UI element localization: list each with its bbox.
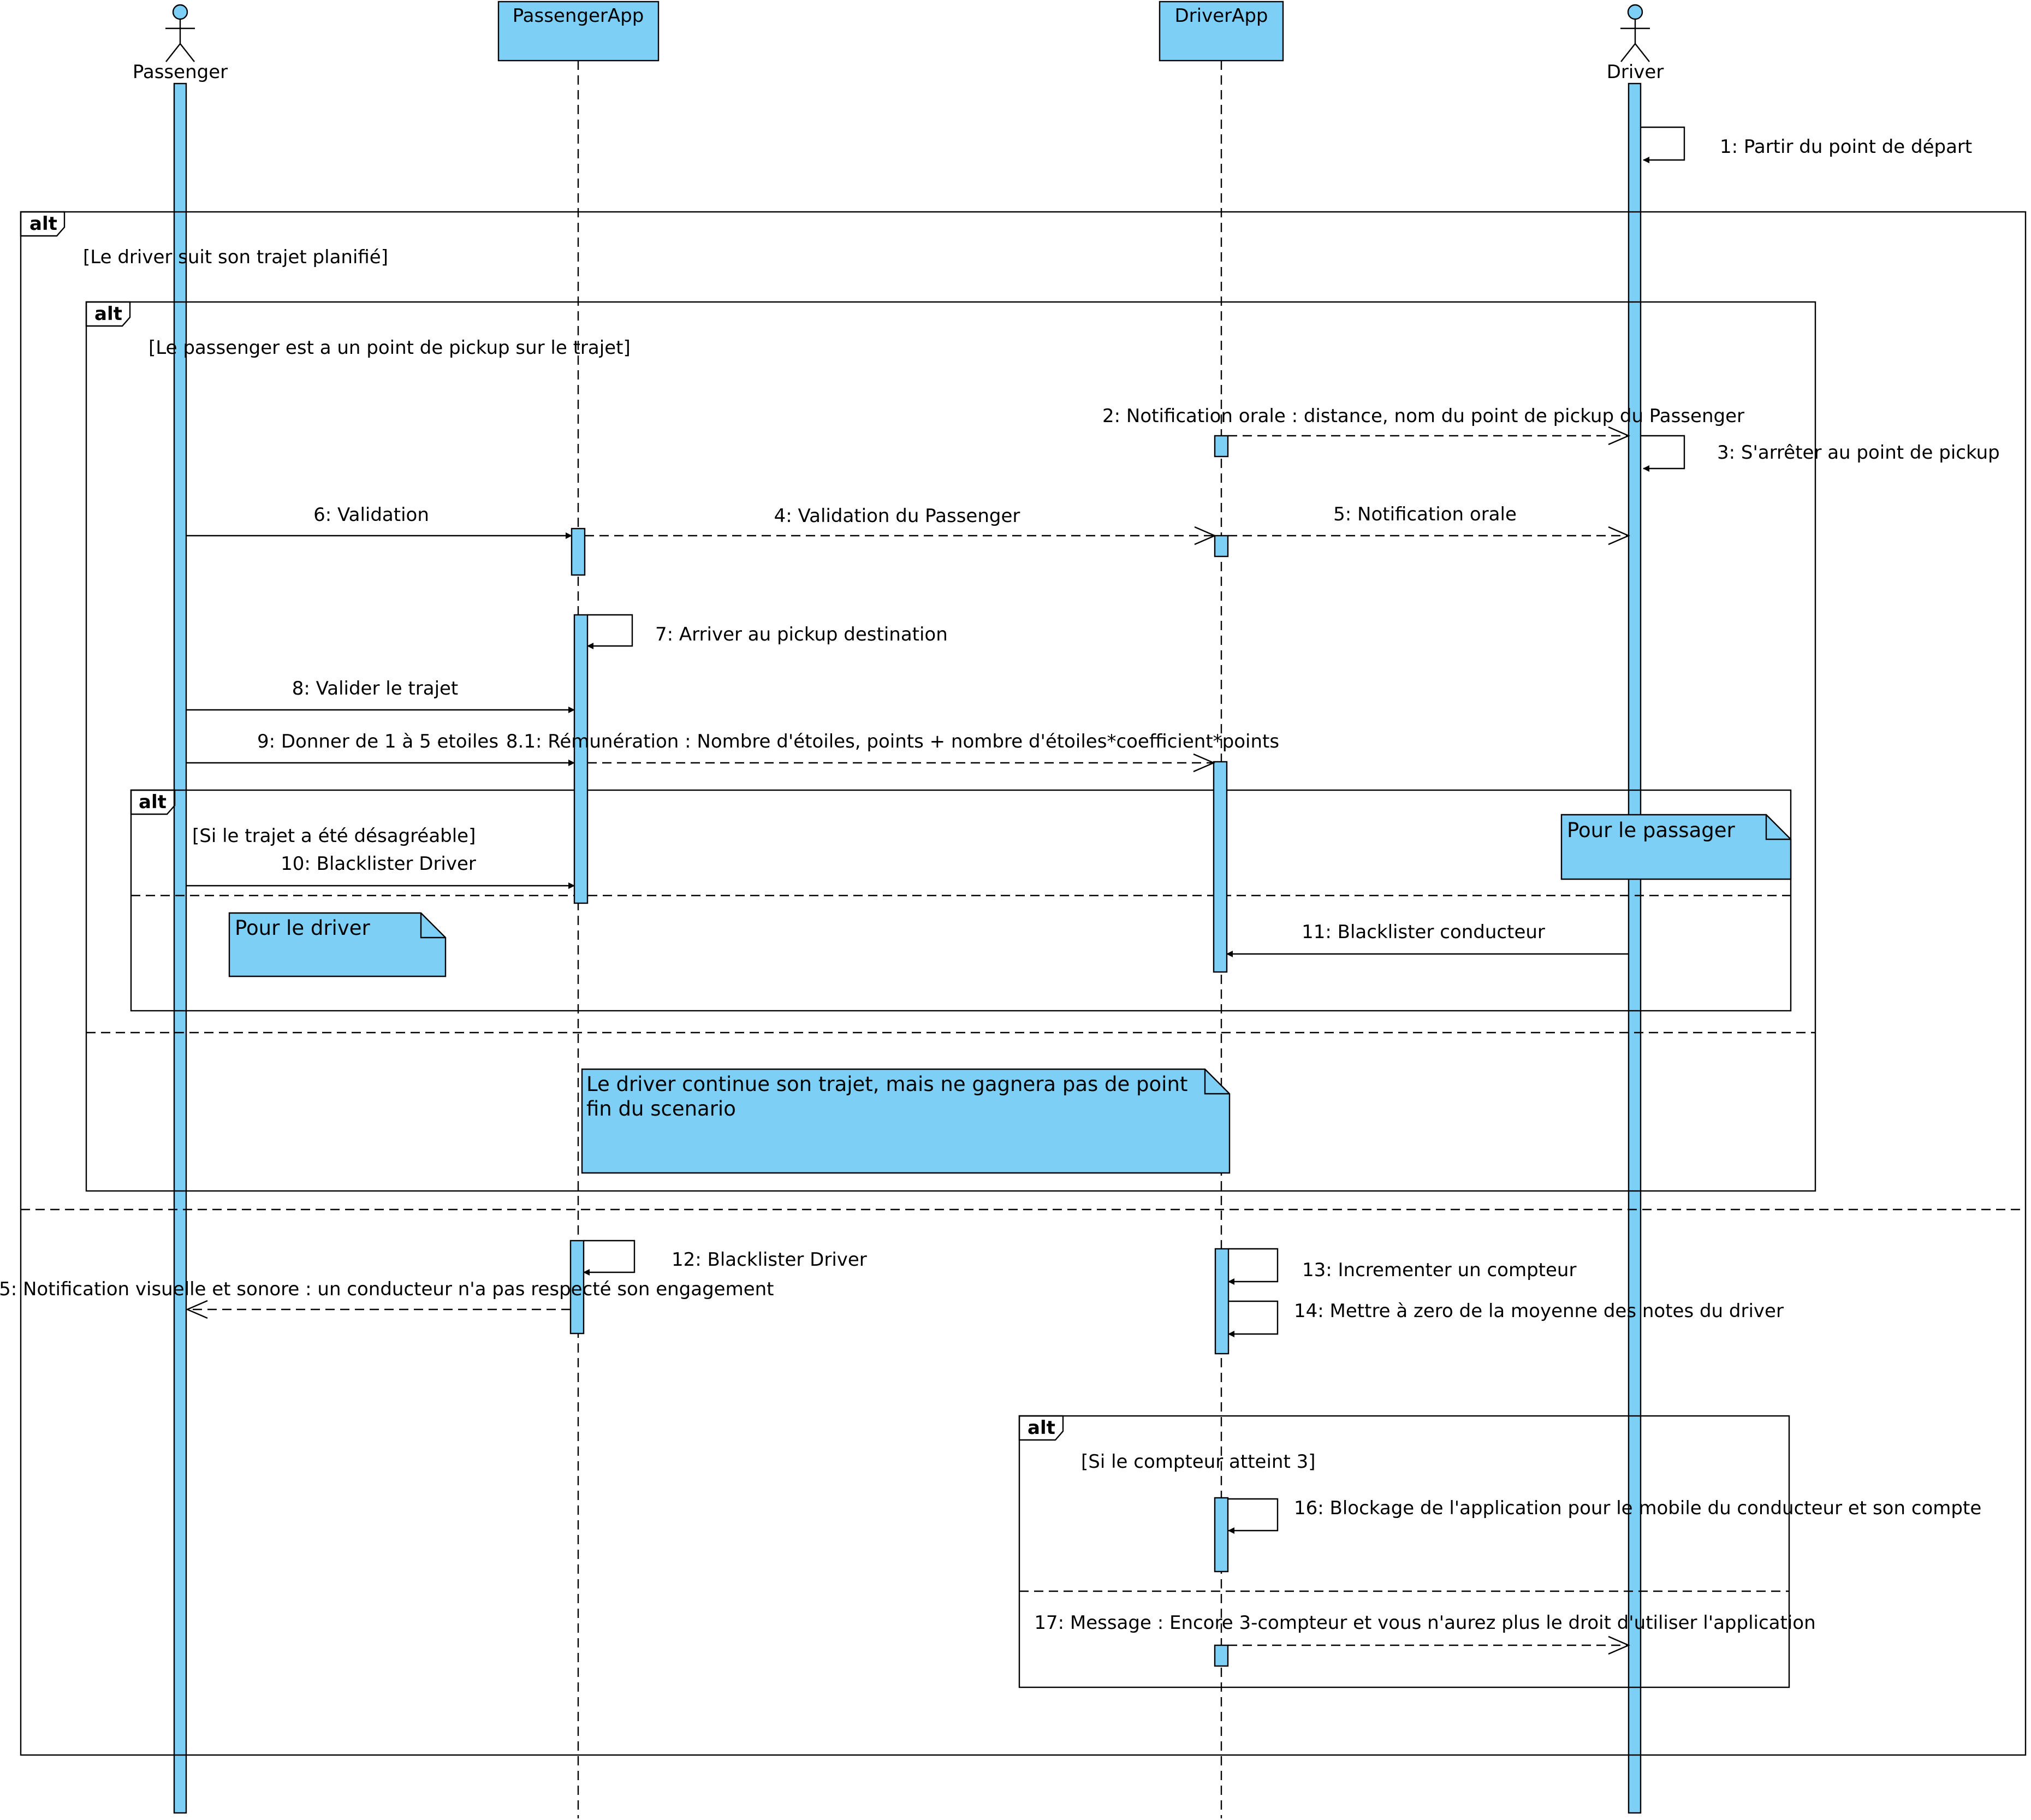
fragment-operator: alt: [1028, 1417, 1055, 1439]
message-13: 13: Incrementer un compteur: [1228, 1248, 1576, 1285]
fragment-guard: [Si le trajet a été désagréable]: [192, 825, 476, 847]
lifeline-passengerapp-head: PassengerApp: [497, 1, 660, 62]
message-10: 10: Blacklister Driver: [186, 853, 575, 889]
message-6: 6: Validation: [186, 504, 572, 539]
activation-bar: [1214, 1248, 1230, 1355]
activation-bar: [1214, 1644, 1229, 1667]
message-label: 8.1: Rémunération : Nombre d'étoiles, po…: [506, 731, 1279, 752]
message-4: 4: Validation du Passenger: [585, 505, 1217, 546]
note-pour-le-passager: Pour le passager: [1560, 814, 1792, 880]
lifeline-passenger-head: Passenger: [133, 4, 228, 83]
activation-bar: [1213, 761, 1228, 973]
sequence-diagram: Passenger PassengerApp DriverApp Driver …: [0, 1, 2027, 1818]
message-label: 9: Donner de 1 à 5 etoiles: [257, 731, 498, 752]
message-1: 1: Partir du point de départ: [1641, 126, 1972, 163]
message-8-1: 8.1: Rémunération : Nombre d'étoiles, po…: [506, 731, 1279, 773]
message-label: 1: Partir du point de départ: [1720, 136, 1972, 158]
message-label: 10: Blacklister Driver: [281, 853, 476, 875]
message-label: 7: Arriver au pickup destination: [655, 624, 948, 645]
message-label: 4: Validation du Passenger: [774, 505, 1020, 527]
fragment-operator: alt: [29, 213, 57, 235]
fragment-counter-alt: alt [Si le compteur atteint 3]: [1018, 1415, 1790, 1688]
message-5: 5: Notification orale: [1228, 503, 1631, 546]
message-label: 13: Incrementer un compteur: [1302, 1259, 1576, 1281]
lifeline-label: Passenger: [133, 61, 228, 83]
note-pour-le-driver: Pour le driver: [228, 912, 447, 977]
message-16: 16: Blockage de l'application pour le mo…: [1228, 1497, 1981, 1534]
lifeline-label: Driver: [1607, 61, 1664, 83]
activation-bar: [1214, 1497, 1229, 1573]
fragment-guard: [Le driver suit son trajet planifié]: [83, 246, 388, 268]
lifeline-driver-head: Driver: [1607, 4, 1664, 83]
actor-icon: [165, 4, 195, 62]
message-label: 16: Blockage de l'application pour le mo…: [1294, 1497, 1981, 1519]
fragment-guard: [Si le compteur atteint 3]: [1081, 1451, 1316, 1473]
activation-bar: [1214, 435, 1229, 458]
note-text-line-1: Le driver continue son trajet, mais ne g…: [586, 1072, 1187, 1096]
message-label: 11: Blacklister conducteur: [1302, 921, 1545, 943]
lifeline-label: DriverApp: [1174, 5, 1268, 27]
activation-bar: [571, 527, 586, 576]
message-label: 6: Validation: [313, 504, 429, 526]
message-8: 8: Valider le trajet: [186, 678, 575, 713]
message-15: 15: Notification visuelle et sonore : un…: [0, 1278, 774, 1319]
message-label: 15: Notification visuelle et sonore : un…: [0, 1278, 774, 1300]
message-label: 17: Message : Encore 3-compteur et vous …: [1034, 1612, 1815, 1634]
fragment-operator: alt: [94, 303, 122, 325]
message-3: 3: S'arrêter au point de pickup: [1641, 435, 2000, 472]
activation-bar: [573, 614, 589, 904]
message-14: 14: Mettre à zero de la moyenne des note…: [1228, 1300, 1784, 1337]
activation-bar-driver: [1628, 82, 1642, 1814]
message-label: 12: Blacklister Driver: [672, 1249, 867, 1271]
message-2: 2: Notification orale : distance, nom du…: [1102, 405, 1744, 446]
message-label: 5: Notification orale: [1333, 503, 1517, 525]
note-text: Pour le passager: [1567, 819, 1735, 842]
message-12: 12: Blacklister Driver: [583, 1240, 867, 1276]
message-17: 17: Message : Encore 3-compteur et vous …: [1034, 1612, 1816, 1655]
actor-icon: [1620, 4, 1650, 62]
fragment-guard: [Le passenger est a un point de pickup s…: [149, 337, 631, 359]
message-label: 14: Mettre à zero de la moyenne des note…: [1294, 1300, 1784, 1322]
fragment-blacklist-alt: alt [Si le trajet a été désagréable]: [130, 789, 1792, 1012]
message-label: 3: S'arrêter au point de pickup: [1717, 442, 2000, 464]
lifeline-label: PassengerApp: [513, 5, 644, 27]
message-label: 8: Valider le trajet: [292, 678, 459, 699]
message-11: 11: Blacklister conducteur: [1226, 921, 1629, 957]
note-driver-continue: Le driver continue son trajet, mais ne g…: [581, 1068, 1231, 1174]
note-text: Pour le driver: [235, 916, 370, 940]
fragment-operator: alt: [139, 791, 167, 813]
activation-bar: [1214, 535, 1229, 558]
note-text-line-2: fin du scenario: [586, 1097, 736, 1121]
lifeline-driverapp-head: DriverApp: [1159, 1, 1284, 62]
message-label: 2: Notification orale : distance, nom du…: [1102, 405, 1744, 427]
message-7: 7: Arriver au pickup destination: [587, 614, 948, 649]
